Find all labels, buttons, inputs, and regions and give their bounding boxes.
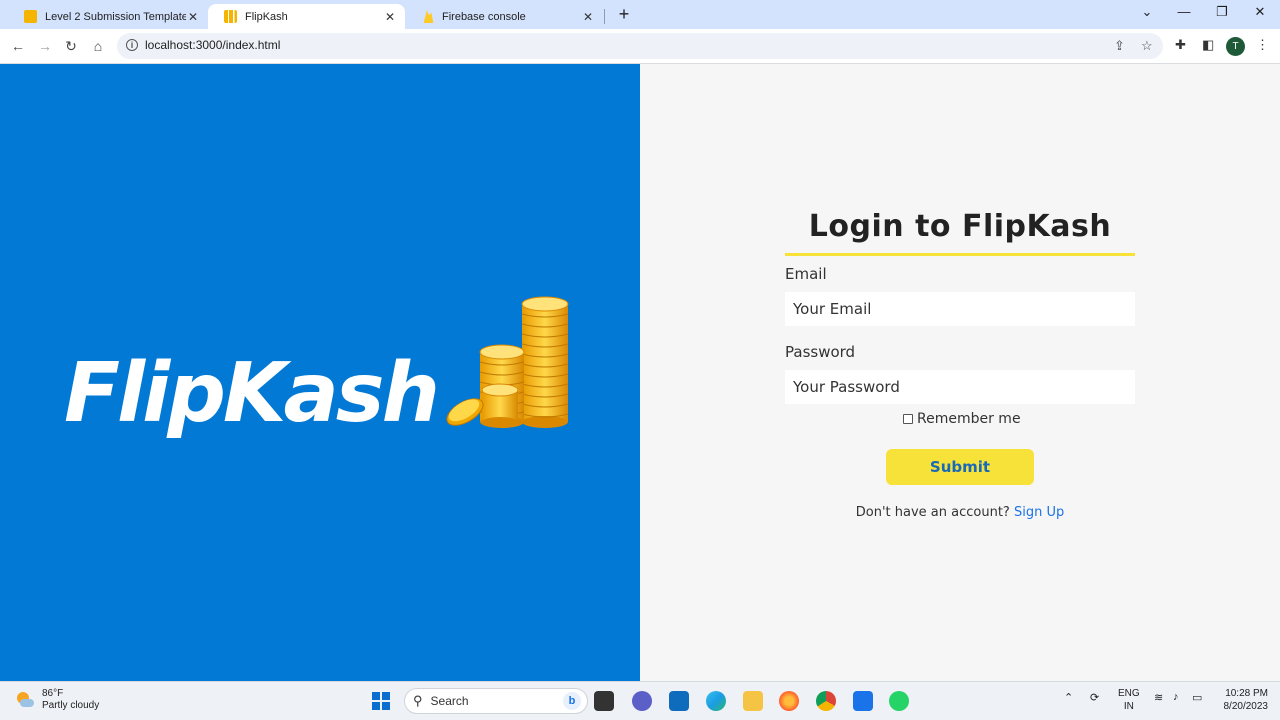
system-clock[interactable]: 10:28 PM 8/20/2023: [1218, 687, 1269, 713]
search-label: Search: [430, 694, 469, 708]
signup-prompt-text: Don't have an account?: [855, 505, 1010, 520]
extensions-puzzle-icon[interactable]: ✚: [1175, 37, 1186, 53]
tab-strip: Level 2 Submission Template_5.0 ✕ FlipKa…: [0, 0, 1280, 29]
tab-level2-submission[interactable]: Level 2 Submission Template_5.0 ✕: [8, 4, 208, 29]
weather-widget[interactable]: 86°F Partly cloudy: [14, 688, 99, 712]
tab-title: Firebase console: [442, 10, 526, 23]
edge-icon[interactable]: [706, 691, 726, 711]
wifi-icon[interactable]: ≋: [1154, 691, 1163, 704]
language-indicator[interactable]: ENG IN: [1118, 687, 1140, 713]
maximize-button[interactable]: ❐: [1210, 4, 1234, 24]
flipkash-logo-text: FlipKash: [64, 346, 440, 441]
tab-flipkash[interactable]: FlipKash ✕: [208, 4, 405, 29]
profile-avatar[interactable]: T: [1226, 37, 1245, 56]
battery-icon[interactable]: ▭: [1192, 691, 1202, 704]
app-window-icon[interactable]: [853, 691, 873, 711]
weather-temp: 86°F: [42, 688, 64, 699]
tab-separator: [604, 9, 605, 24]
new-tab-button[interactable]: +: [614, 5, 634, 25]
mail-icon[interactable]: [669, 691, 689, 711]
sign-up-link[interactable]: Sign Up: [1014, 505, 1064, 520]
site-info-icon[interactable]: i: [126, 39, 138, 51]
submit-button[interactable]: Submit: [886, 449, 1034, 485]
volume-icon[interactable]: ♪: [1173, 691, 1179, 703]
close-tab-icon[interactable]: ✕: [581, 10, 595, 24]
coin-stack-icon: [446, 296, 569, 428]
browser-toolbar: ← → ↻ ⌂ i localhost:3000/index.html ⇪ ☆ …: [0, 29, 1280, 64]
task-view-icon[interactable]: [594, 691, 614, 711]
title-underline: [785, 253, 1135, 256]
side-panel-icon[interactable]: ◧: [1202, 37, 1214, 53]
minimize-button[interactable]: —: [1172, 4, 1196, 24]
sync-icon[interactable]: ⟳: [1090, 691, 1099, 704]
email-label: Email: [785, 265, 827, 283]
flipkash-favicon-icon: [224, 10, 237, 23]
tab-firebase-console[interactable]: Firebase console ✕: [405, 4, 603, 29]
address-bar[interactable]: i localhost:3000/index.html ⇪ ☆: [117, 33, 1163, 59]
close-window-button[interactable]: ✕: [1248, 4, 1272, 24]
home-icon[interactable]: ⌂: [89, 37, 107, 55]
password-field[interactable]: [785, 370, 1135, 404]
remember-me-checkbox[interactable]: [903, 414, 913, 424]
password-label: Password: [785, 343, 856, 361]
close-tab-icon[interactable]: ✕: [383, 10, 397, 24]
windows-taskbar: 86°F Partly cloudy ⚲ Search b ⌃ ⟳ ENG IN…: [0, 681, 1280, 720]
forward-arrow-icon[interactable]: →: [36, 37, 54, 55]
bing-icon[interactable]: b: [563, 692, 581, 710]
docs-favicon-icon: [24, 10, 37, 23]
firefox-icon[interactable]: [779, 691, 799, 711]
chrome-icon[interactable]: [816, 691, 836, 711]
remember-me-row[interactable]: Remember me: [903, 411, 1021, 427]
language-code: ENG: [1118, 688, 1140, 699]
windows-start-icon[interactable]: [372, 692, 390, 710]
page-title: Login to FlipKash: [808, 209, 1112, 244]
url-text[interactable]: localhost:3000/index.html: [145, 38, 280, 52]
reload-icon[interactable]: ↻: [62, 37, 80, 55]
weather-desc: Partly cloudy: [42, 700, 100, 711]
partly-cloudy-icon: [14, 690, 34, 710]
signup-prompt: Don't have an account? Sign Up: [785, 505, 1135, 520]
tab-title: Level 2 Submission Template_5.0: [45, 10, 186, 23]
share-icon[interactable]: ⇪: [1114, 38, 1125, 54]
page-content: FlipKash Login to FlipKash Email Your Em…: [0, 64, 1280, 681]
file-explorer-icon[interactable]: [743, 691, 763, 711]
tab-search-chevron-icon[interactable]: ⌄: [1135, 4, 1159, 24]
brand-panel: FlipKash: [0, 64, 640, 681]
show-hidden-icons-chevron-icon[interactable]: ⌃: [1064, 691, 1073, 704]
teams-chat-icon[interactable]: [632, 691, 652, 711]
back-arrow-icon[interactable]: ←: [9, 37, 27, 55]
login-panel: Login to FlipKash Email Password Remembe…: [640, 64, 1280, 681]
email-field[interactable]: [785, 292, 1135, 326]
clock-time: 10:28 PM: [1225, 688, 1268, 699]
tab-title: FlipKash: [245, 10, 288, 23]
whatsapp-icon[interactable]: [889, 691, 909, 711]
search-icon: ⚲: [413, 693, 423, 708]
clock-date: 8/20/2023: [1223, 701, 1269, 712]
taskbar-search[interactable]: ⚲ Search b: [404, 688, 588, 714]
language-region: IN: [1123, 701, 1134, 712]
firebase-favicon-icon: [423, 10, 434, 23]
more-menu-icon[interactable]: ⋮: [1256, 37, 1269, 53]
bookmark-star-icon[interactable]: ☆: [1141, 38, 1153, 54]
remember-me-label[interactable]: Remember me: [917, 411, 1021, 427]
close-tab-icon[interactable]: ✕: [186, 10, 200, 24]
